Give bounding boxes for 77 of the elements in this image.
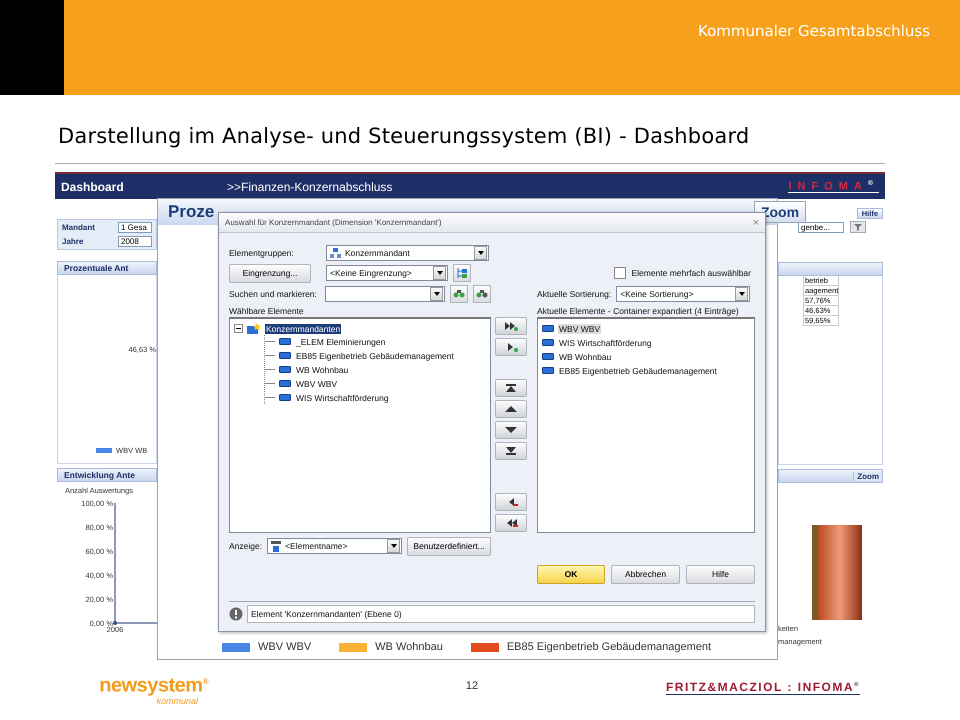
collapse-icon[interactable] — [234, 324, 243, 333]
dialog-button[interactable]: Hilfe — [686, 564, 755, 584]
filter-field[interactable]: genbe... — [798, 222, 844, 232]
filter-label: Jahre — [62, 237, 84, 246]
custom-button[interactable]: Benutzerdefiniert... — [407, 536, 492, 556]
list-item[interactable]: WB Wohnbau — [558, 352, 612, 362]
hierarchy-icon[interactable] — [453, 264, 471, 282]
brand-logo: INFOMA$^{®}$ — [788, 180, 879, 194]
partner-logo: FRITZ&MACZIOL : INFOMA$^{®}$ — [666, 680, 860, 695]
checkbox-label: Elemente mehrfach auswählbar — [631, 268, 751, 278]
add-all-icon[interactable] — [495, 317, 527, 335]
element-icon — [279, 366, 291, 373]
display-icon — [271, 540, 282, 552]
funnel-icon[interactable] — [850, 221, 866, 233]
panel-header: Prozentuale Ant — [57, 261, 157, 275]
data-point — [113, 621, 117, 625]
company-logo: newsystem$^{®}$ kommunal — [98, 674, 208, 706]
group-icon — [330, 248, 341, 258]
field-label: Elementgruppen: — [229, 248, 295, 258]
binoculars-icon[interactable] — [473, 285, 491, 303]
remove-all-icon[interactable] — [495, 514, 527, 532]
ok-button[interactable]: OK — [537, 564, 605, 584]
binoculars-icon[interactable] — [450, 285, 468, 303]
move-top-icon[interactable] — [495, 379, 527, 397]
field-label: Aktuelle Sortierung: — [537, 289, 612, 299]
list-item[interactable]: WIS Wirtschaftförderung — [558, 338, 653, 348]
move-up-icon[interactable] — [495, 400, 527, 418]
tree-item[interactable]: WIS Wirtschaftförderung — [295, 392, 390, 402]
legend-label: EB85 Eigenbetrieb Gebäudemanagement — [506, 641, 712, 653]
page-number: 12 — [466, 680, 478, 692]
element-icon — [542, 367, 554, 374]
list-label: Wählbare Elemente — [229, 306, 305, 316]
element-icon — [542, 325, 554, 332]
field-label: Anzeige: — [229, 541, 262, 551]
restriction-button[interactable]: Eingrenzung... — [229, 264, 311, 282]
list-item[interactable]: EB85 Eigenbetrieb Gebäudemanagement — [558, 366, 718, 376]
dropdown[interactable]: Konzernmandant — [326, 245, 489, 261]
tree-item[interactable]: WB Wohnbau — [295, 364, 350, 374]
list-item[interactable]: WBV WBV — [558, 324, 602, 334]
checkbox[interactable] — [614, 267, 626, 279]
dialog-button[interactable]: Abbrechen — [611, 564, 680, 584]
list-label: Aktuelle Elemente - Container expandiert (4 Einträge) — [537, 306, 740, 316]
breadcrumb: >>Finanzen-Konzernabschluss — [227, 180, 394, 194]
tree-item[interactable]: EB85 Eigenbetrieb Gebäudemanagement — [295, 350, 455, 360]
tree-item[interactable]: Konzernmandanten — [265, 324, 342, 334]
element-icon — [279, 380, 291, 387]
panel-header: Entwicklung Ante — [57, 468, 157, 482]
header-title: Kommunaler Gesamtabschluss — [698, 22, 930, 40]
field-label: Suchen und markieren: — [229, 289, 318, 299]
element-icon — [279, 352, 291, 359]
element-icon — [279, 338, 291, 345]
legend-label: WB Wohnbau — [375, 641, 443, 653]
legend-swatch — [96, 448, 112, 453]
tree-item[interactable]: _ELEM Eleminierungen — [295, 336, 386, 346]
move-down-icon[interactable] — [495, 421, 527, 439]
legend-label: WBV WBV — [258, 641, 312, 653]
dropdown[interactable]: <Keine Sortierung> — [616, 286, 750, 302]
remove-icon[interactable] — [495, 493, 527, 511]
search-dropdown[interactable] — [324, 286, 446, 302]
filter-label: Mandant — [62, 223, 96, 232]
zoom-button[interactable]: Zoom — [853, 472, 882, 480]
info-icon — [229, 606, 243, 620]
element-icon — [542, 353, 554, 360]
status-text: Element 'Konzernmandanten' (Ebene 0) — [247, 604, 755, 622]
filter-field[interactable]: 1 Gesa — [118, 222, 152, 233]
filter-field[interactable]: 2008 — [118, 236, 152, 247]
element-icon — [279, 394, 291, 401]
add-icon[interactable] — [495, 338, 527, 356]
element-icon — [542, 339, 554, 346]
slide-title: Darstellung im Analyse- und Steuerungssystem (BI) - Dashboard — [58, 124, 750, 148]
dashboard-title: Dashboard — [61, 180, 125, 194]
move-bottom-icon[interactable] — [495, 442, 527, 460]
popup-title: Proze — [168, 202, 214, 222]
dialog-title: Auswahl für Konzernmandant (Dimension 'Konzernmandant') — [225, 218, 442, 227]
dropdown[interactable]: <Keine Eingrenzung> — [326, 265, 448, 281]
dropdown[interactable]: <Elementname> — [267, 538, 402, 554]
tree-item[interactable]: WBV WBV — [295, 378, 338, 388]
